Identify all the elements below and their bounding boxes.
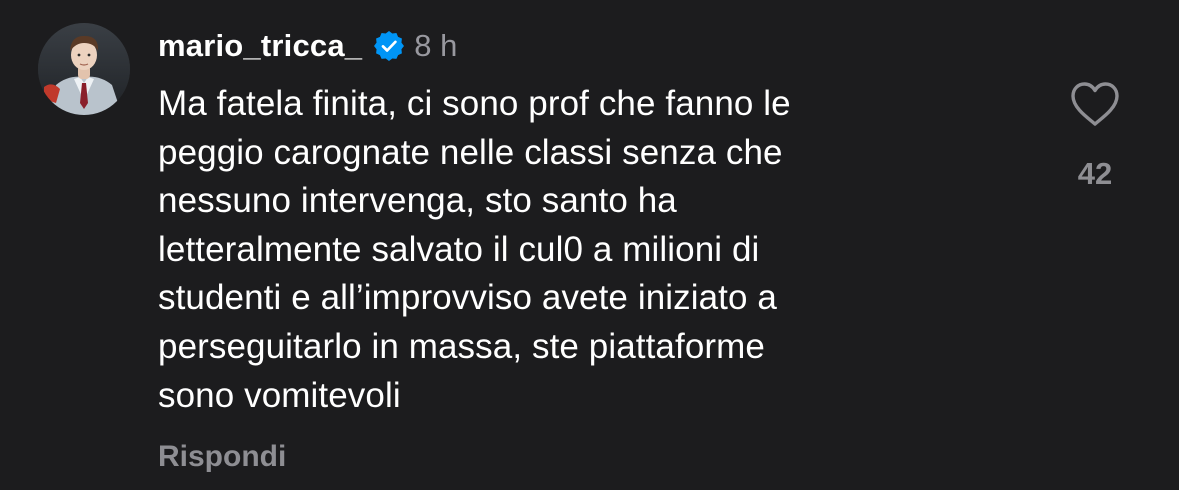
comment: mario_tricca_ 8 h Ma fatela finita, ci s… [0, 0, 1179, 490]
verified-badge-icon [374, 31, 405, 61]
avatar-image [38, 23, 130, 115]
username[interactable]: mario_tricca_ [158, 28, 362, 64]
like-count: 42 [1077, 156, 1113, 191]
avatar[interactable] [38, 23, 130, 115]
timestamp: 8 h [414, 28, 458, 63]
comment-header: mario_tricca_ 8 h [158, 26, 457, 66]
heart-outline-icon[interactable] [1069, 80, 1121, 128]
reply-button[interactable]: Rispondi [158, 440, 286, 474]
comment-text: Ma fatela finita, ci sono prof che fanno… [158, 84, 791, 415]
